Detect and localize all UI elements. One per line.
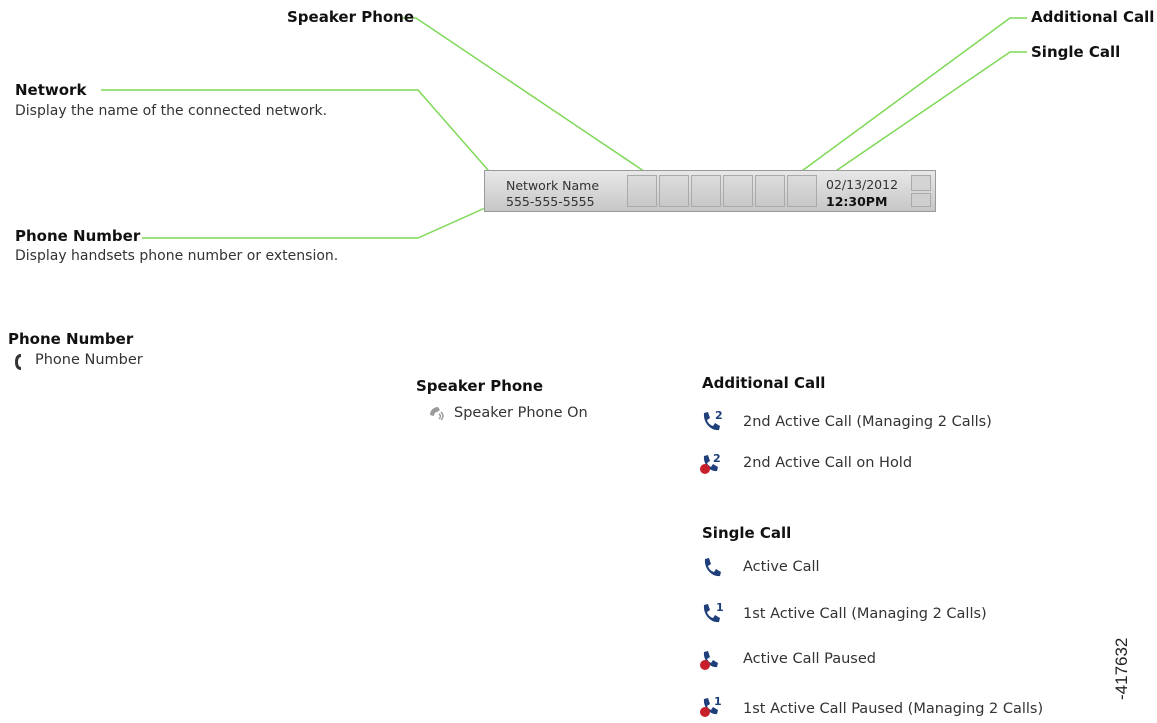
active-call-icon	[704, 558, 721, 577]
status-slot	[659, 175, 689, 207]
status-date: 02/13/2012	[826, 177, 899, 192]
status-slot	[627, 175, 657, 207]
leader-line-phone-number	[142, 203, 495, 239]
status-slot	[691, 175, 721, 207]
legend-additional-call-item-1-label: 2nd Active Call (Managing 2 Calls)	[743, 414, 992, 430]
status-slot	[755, 175, 785, 207]
legend-speaker-phone-item-label: Speaker Phone On	[454, 405, 588, 421]
call-paused-1-icon: 1	[700, 695, 722, 717]
legend-phone-number-item-label: Phone Number	[35, 352, 143, 368]
status-network-name: Network Name	[506, 178, 600, 193]
callout-phone-number-label: Phone Number	[15, 227, 141, 245]
call-on-hold-2-icon: 2	[700, 452, 721, 474]
svg-text:1: 1	[716, 602, 724, 614]
active-call-1-icon: 1	[703, 602, 724, 623]
legend-single-call-title: Single Call	[702, 524, 792, 542]
callout-additional-call-label: Additional Call	[1031, 8, 1155, 26]
status-slot	[723, 175, 753, 207]
leader-line-additional-call	[775, 17, 1027, 191]
legend-phone-number-title: Phone Number	[8, 330, 134, 348]
active-call-2-icon: 2	[703, 410, 723, 431]
phone-status-bar: Network Name 555-555-5555 02/13/2012 12:…	[484, 170, 936, 212]
legend-speaker-phone-title: Speaker Phone	[416, 377, 544, 395]
status-phone-number: 555-555-5555	[506, 194, 595, 209]
status-slot-end	[911, 175, 931, 191]
status-time: 12:30PM	[826, 194, 888, 209]
callout-single-call-label: Single Call	[1031, 43, 1121, 61]
callout-network-label: Network	[15, 81, 87, 99]
call-paused-icon	[700, 651, 718, 670]
callout-phone-number-description: Display handsets phone number or extensi…	[15, 248, 339, 264]
callout-speaker-phone-label: Speaker Phone	[287, 8, 415, 26]
svg-text:2: 2	[715, 410, 723, 422]
legend-additional-call-title: Additional Call	[702, 374, 826, 392]
legend-single-call-item-1-label: Active Call	[743, 559, 820, 575]
leader-line-speaker-phone	[400, 17, 673, 191]
status-slot	[787, 175, 817, 207]
legend-additional-call-item-2-label: 2nd Active Call on Hold	[743, 455, 913, 471]
callout-network-description: Display the name of the connected networ…	[15, 103, 328, 119]
svg-text:2: 2	[713, 452, 721, 465]
status-slot-end	[911, 193, 931, 207]
speaker-phone-icon	[430, 407, 444, 421]
phone-number-icon	[15, 354, 21, 370]
figure-id-label: -417632	[1112, 637, 1131, 700]
svg-text:1: 1	[714, 695, 722, 708]
legend-single-call-item-2-label: 1st Active Call (Managing 2 Calls)	[743, 606, 987, 622]
legend-single-call-item-4-label: 1st Active Call Paused (Managing 2 Calls…	[743, 701, 1044, 717]
legend-single-call-item-3-label: Active Call Paused	[743, 651, 876, 667]
